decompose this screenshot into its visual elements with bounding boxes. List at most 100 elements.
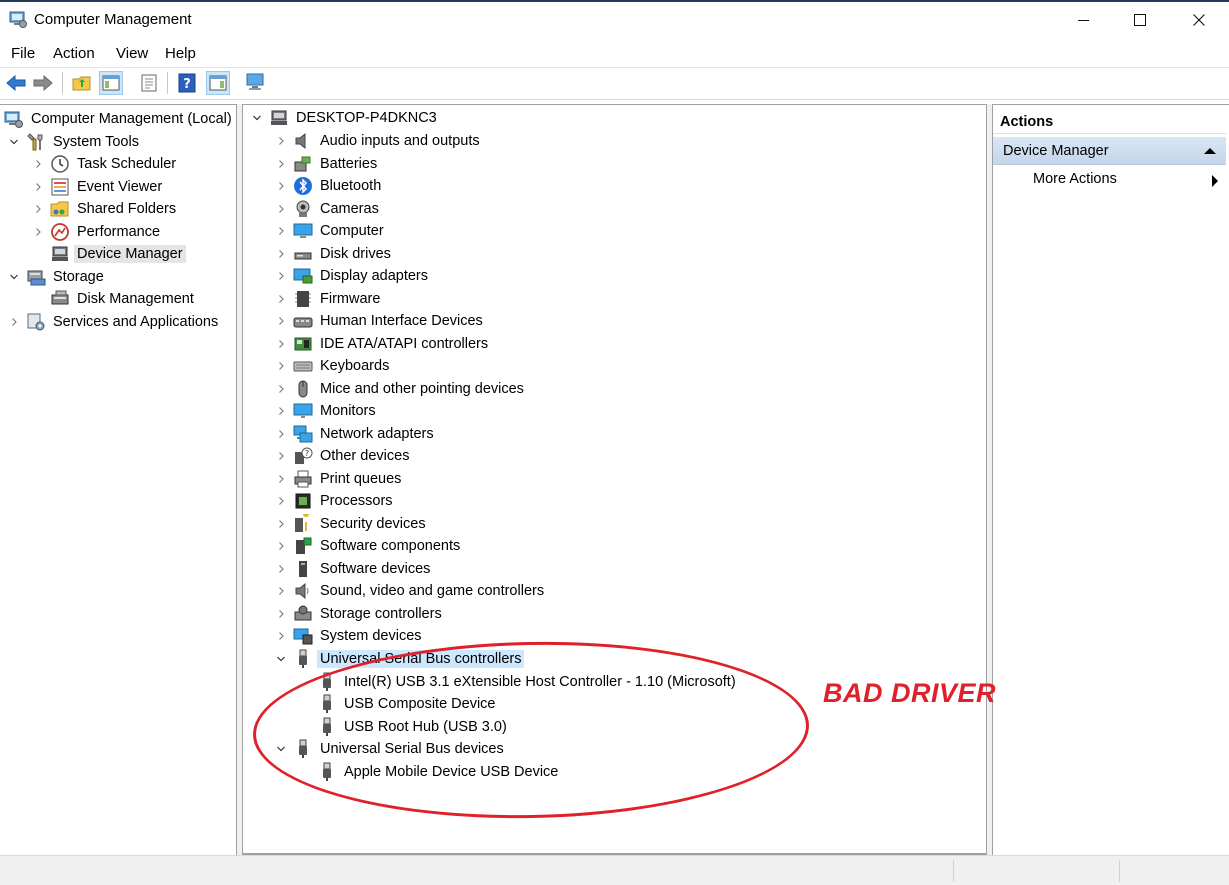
device-tree-root[interactable]: DESKTOP-P4DKNC3 (251, 107, 440, 129)
chevron-right-icon[interactable] (275, 360, 287, 372)
device-category-human-interface-devices[interactable]: Human Interface Devices (275, 310, 486, 332)
device-category-network-adapters[interactable]: Network adapters (275, 423, 437, 445)
properties-button[interactable] (137, 71, 161, 95)
chevron-right-icon[interactable] (275, 383, 287, 395)
collapse-up-icon[interactable] (1204, 148, 1216, 154)
chevron-right-icon[interactable] (275, 180, 287, 192)
device-category-system-devices[interactable]: System devices (275, 625, 425, 647)
category-label: Processors (320, 493, 393, 509)
device-category-cameras[interactable]: Cameras (275, 198, 382, 220)
chevron-right-icon[interactable] (275, 405, 287, 417)
chevron-right-icon[interactable] (275, 450, 287, 462)
device-category-firmware[interactable]: Firmware (275, 288, 383, 310)
chevron-down-icon[interactable] (8, 271, 20, 283)
actions-section-device-manager[interactable]: Device Manager (993, 137, 1226, 165)
help-button[interactable]: ? (175, 71, 199, 95)
device-item-usb-root-hub[interactable]: USB Root Hub (USB 3.0) (317, 716, 510, 738)
maximize-button[interactable] (1111, 2, 1169, 38)
device-manager-icon (50, 244, 70, 264)
chevron-right-icon[interactable] (275, 428, 287, 440)
device-category-software-components[interactable]: Software components (275, 535, 463, 557)
submenu-arrow-icon[interactable] (1212, 175, 1218, 187)
device-category-disk-drives[interactable]: Disk drives (275, 243, 394, 265)
chevron-right-icon[interactable] (275, 338, 287, 350)
chevron-right-icon[interactable] (8, 316, 20, 328)
chevron-right-icon[interactable] (275, 473, 287, 485)
device-category-usb-controllers[interactable]: Universal Serial Bus controllers (275, 648, 525, 670)
chevron-right-icon[interactable] (275, 158, 287, 170)
chevron-right-icon[interactable] (32, 158, 44, 170)
minimize-button[interactable] (1054, 2, 1112, 38)
chevron-right-icon[interactable] (275, 293, 287, 305)
chevron-right-icon[interactable] (275, 563, 287, 575)
device-category-processors[interactable]: Processors (275, 490, 396, 512)
tree-item-event-viewer[interactable]: Event Viewer (32, 176, 165, 198)
chevron-down-icon[interactable] (8, 136, 20, 148)
device-category-keyboards[interactable]: Keyboards (275, 355, 392, 377)
annotation-label: BAD DRIVER (823, 678, 997, 708)
category-label: System devices (320, 628, 422, 644)
device-category-print-queues[interactable]: Print queues (275, 468, 404, 490)
tree-item-shared-folders[interactable]: Shared Folders (32, 198, 179, 220)
category-label: Keyboards (320, 358, 390, 374)
menu-view[interactable]: View (116, 45, 148, 62)
device-category-software-devices[interactable]: Software devices (275, 558, 433, 580)
device-item-usb-composite-device[interactable]: USB Composite Device (317, 693, 499, 715)
up-one-level-button[interactable] (70, 71, 94, 95)
chevron-right-icon[interactable] (275, 518, 287, 530)
scan-hardware-button[interactable] (244, 71, 268, 95)
device-category-batteries[interactable]: Batteries (275, 153, 380, 175)
chevron-right-icon[interactable] (275, 585, 287, 597)
device-item-apple-mobile-device[interactable]: Apple Mobile Device USB Device (317, 761, 561, 783)
chevron-down-icon[interactable] (275, 653, 287, 665)
services-icon (26, 312, 46, 332)
menu-file[interactable]: File (11, 45, 35, 62)
tree-item-device-manager[interactable]: Device Manager (50, 243, 186, 265)
chevron-right-icon[interactable] (275, 225, 287, 237)
close-button[interactable] (1170, 2, 1228, 38)
device-category-security-devices[interactable]: Security devices (275, 513, 429, 535)
chevron-right-icon[interactable] (275, 608, 287, 620)
chevron-right-icon[interactable] (275, 540, 287, 552)
tree-item-task-scheduler[interactable]: Task Scheduler (32, 153, 179, 175)
device-category-audio-inputs-and-outputs[interactable]: Audio inputs and outputs (275, 130, 483, 152)
menu-help[interactable]: Help (165, 45, 196, 62)
chevron-right-icon[interactable] (275, 270, 287, 282)
more-actions-link[interactable]: More Actions (1033, 171, 1117, 187)
category-label: Universal Serial Bus controllers (317, 650, 525, 668)
chevron-right-icon[interactable] (275, 135, 287, 147)
tree-item-system-tools[interactable]: System Tools (8, 131, 142, 153)
chevron-right-icon[interactable] (32, 181, 44, 193)
chevron-right-icon[interactable] (275, 630, 287, 642)
tree-item-computer-management[interactable]: Computer Management (Local) (4, 108, 235, 130)
show-hide-action-pane-button[interactable] (206, 71, 230, 95)
device-category-ide-ata-atapi-controllers[interactable]: IDE ATA/ATAPI controllers (275, 333, 491, 355)
device-category-usb-devices[interactable]: Universal Serial Bus devices (275, 738, 507, 760)
chevron-right-icon[interactable] (275, 248, 287, 260)
toolbar: ? (0, 67, 1229, 100)
chevron-down-icon[interactable] (251, 112, 263, 124)
device-category-sound-video-and-game-controllers[interactable]: Sound, video and game controllers (275, 580, 547, 602)
tree-item-disk-management[interactable]: Disk Management (50, 288, 197, 310)
menu-action[interactable]: Action (53, 45, 95, 62)
chevron-right-icon[interactable] (32, 203, 44, 215)
device-category-other-devices[interactable]: ? Other devices (275, 445, 412, 467)
tree-item-performance[interactable]: Performance (32, 221, 163, 243)
device-category-computer[interactable]: Computer (275, 220, 387, 242)
device-category-bluetooth[interactable]: Bluetooth (275, 175, 384, 197)
tree-item-services-and-applications[interactable]: Services and Applications (8, 311, 221, 333)
chevron-right-icon[interactable] (275, 203, 287, 215)
device-item-usb-host-controller[interactable]: Intel(R) USB 3.1 eXtensible Host Control… (317, 671, 739, 693)
device-category-storage-controllers[interactable]: Storage controllers (275, 603, 445, 625)
tree-item-storage[interactable]: Storage (8, 266, 107, 288)
device-category-mice-and-other-pointing-devices[interactable]: Mice and other pointing devices (275, 378, 527, 400)
device-category-monitors[interactable]: Monitors (275, 400, 379, 422)
back-button[interactable] (4, 71, 28, 95)
device-category-display-adapters[interactable]: Display adapters (275, 265, 431, 287)
show-hide-console-tree-button[interactable] (99, 71, 123, 95)
chevron-right-icon[interactable] (32, 226, 44, 238)
chevron-down-icon[interactable] (275, 743, 287, 755)
chevron-right-icon[interactable] (275, 495, 287, 507)
forward-button[interactable] (31, 71, 55, 95)
chevron-right-icon[interactable] (275, 315, 287, 327)
